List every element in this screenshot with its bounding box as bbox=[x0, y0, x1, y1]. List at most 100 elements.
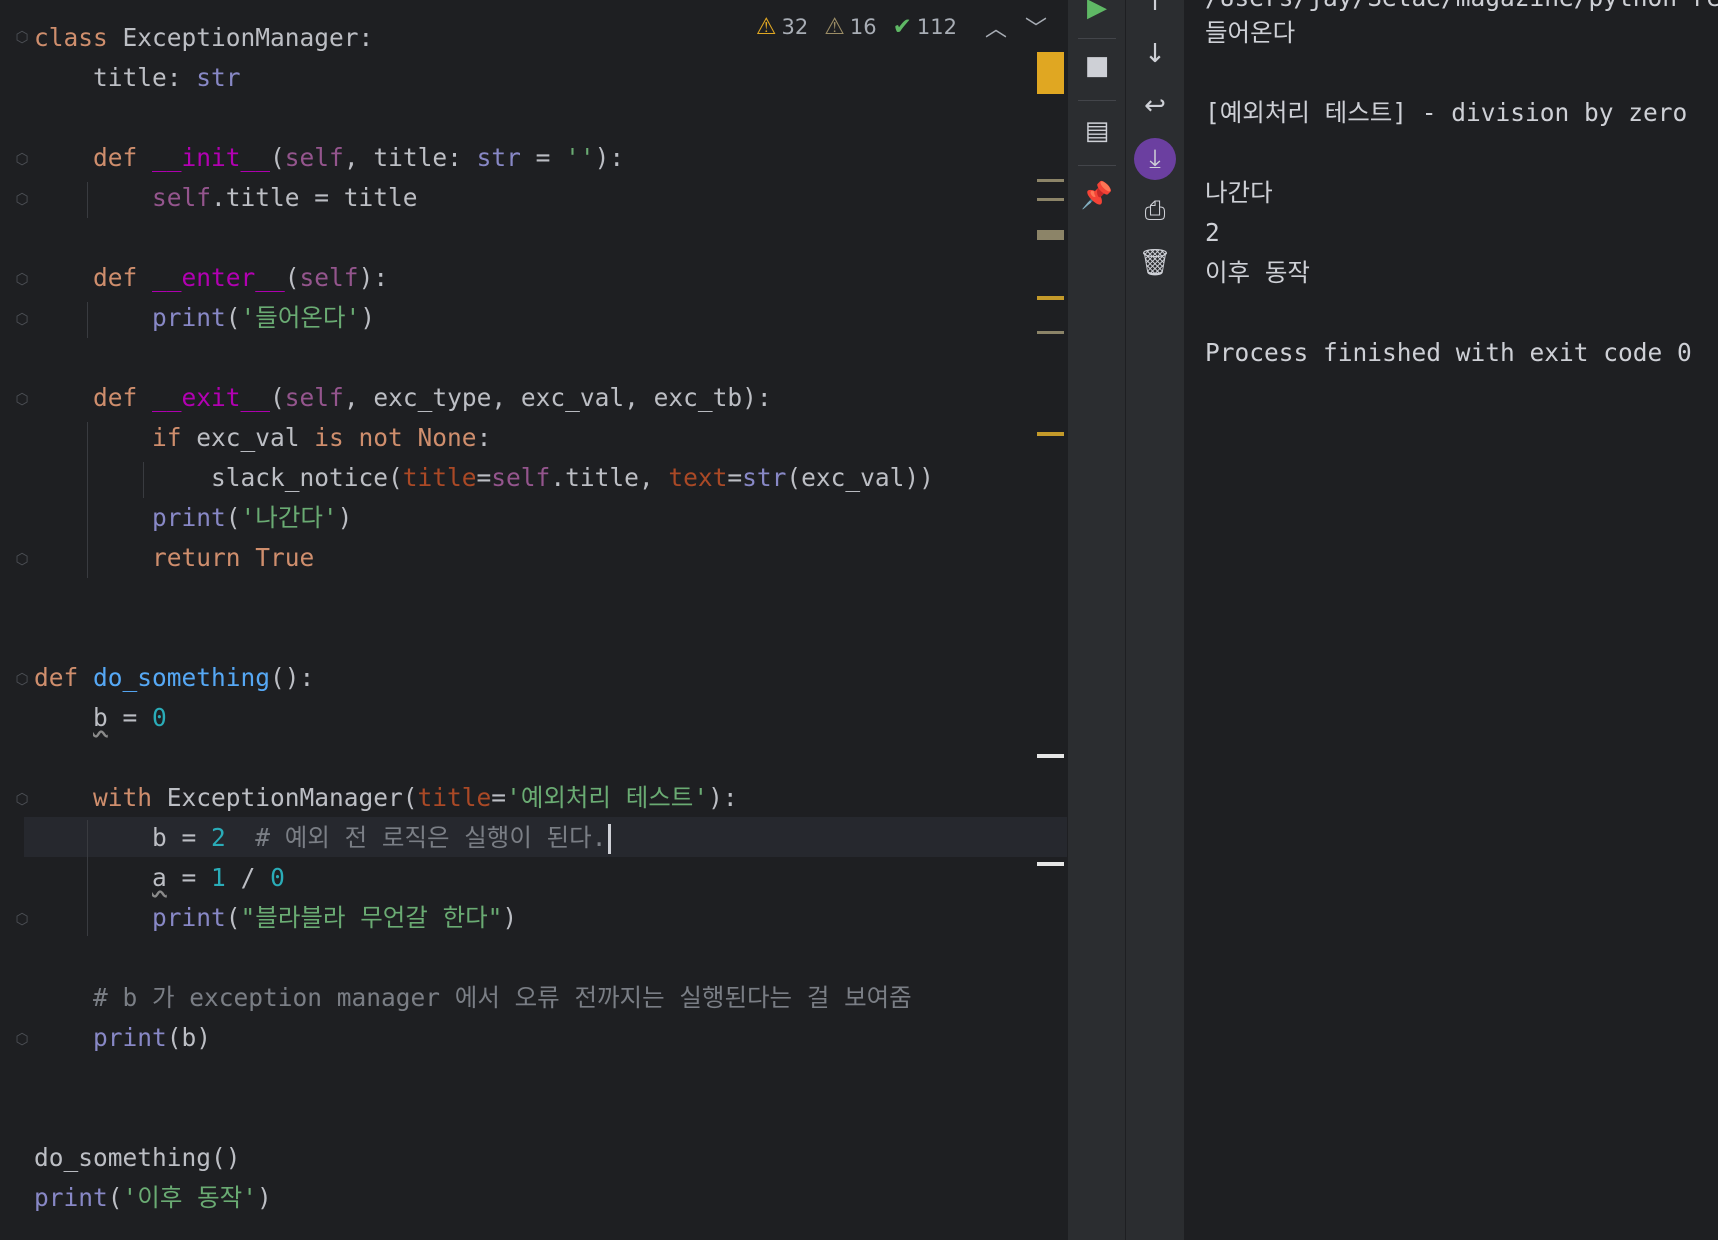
fold-icon[interactable]: ⬡ bbox=[13, 310, 31, 328]
error-stripe-marker[interactable] bbox=[1037, 432, 1064, 436]
error-stripe-marker[interactable] bbox=[1037, 754, 1064, 758]
code-token: .title, bbox=[550, 463, 669, 492]
scroll-to-end-icon[interactable]: ⤓ bbox=[1134, 138, 1176, 180]
code-token: exc_val bbox=[196, 423, 315, 452]
fold-icon[interactable]: ⬡ bbox=[13, 28, 31, 46]
pin-icon[interactable]: 📌 bbox=[1077, 176, 1117, 216]
error-stripe-marker[interactable] bbox=[1037, 52, 1064, 94]
code-token: ): bbox=[708, 783, 738, 812]
code-token: if bbox=[152, 423, 197, 452]
toolbar-separator bbox=[1078, 165, 1116, 166]
down-arrow-icon[interactable]: ↓ bbox=[1135, 34, 1175, 74]
code-token: .title = title bbox=[211, 183, 418, 212]
inspection-widget[interactable]: ⚠ 32 ⚠ 16 ✔ 112 ︿ ﹀ bbox=[756, 10, 1047, 44]
run-console[interactable]: /Users/jay/Setae/magazine/python-re 들어온다… bbox=[1184, 0, 1718, 1240]
code-line[interactable]: class ExceptionManager: bbox=[34, 18, 373, 58]
console-line: 2 bbox=[1205, 218, 1220, 247]
print-icon[interactable]: ⎙ bbox=[1135, 191, 1175, 231]
code-token: ExceptionManager( bbox=[166, 783, 418, 812]
code-token: , exc_type, exc_val, exc_tb): bbox=[343, 383, 772, 412]
code-token: '' bbox=[565, 143, 595, 172]
code-line[interactable]: def __enter__(self): bbox=[34, 258, 388, 298]
error-stripe-marker[interactable] bbox=[1037, 198, 1064, 201]
code-token: print bbox=[34, 1183, 108, 1212]
code-token: title: bbox=[34, 63, 197, 92]
fold-icon[interactable]: ⬡ bbox=[13, 550, 31, 568]
code-token: a bbox=[152, 863, 167, 892]
code-token: __init__ bbox=[152, 143, 271, 172]
console-line: [예외처리 테스트] - division by zero bbox=[1205, 98, 1688, 127]
chevron-up-icon[interactable]: ︿ bbox=[985, 11, 1007, 43]
code-token: ( bbox=[284, 263, 300, 292]
fold-icon[interactable]: ⬡ bbox=[13, 1030, 31, 1048]
fold-icon[interactable]: ⬡ bbox=[13, 190, 31, 208]
code-token: ): bbox=[358, 263, 389, 292]
stop-icon[interactable]: ■ bbox=[1077, 46, 1117, 86]
code-token: do_something() bbox=[34, 1143, 241, 1172]
soft-wrap-icon[interactable]: ↩ bbox=[1135, 86, 1175, 126]
code-token: = bbox=[491, 783, 507, 812]
error-stripe-marker[interactable] bbox=[1037, 331, 1064, 334]
code-token: str bbox=[476, 143, 521, 172]
fold-icon[interactable]: ⬡ bbox=[13, 150, 31, 168]
code-line[interactable]: a = 1 / 0 bbox=[34, 858, 285, 898]
toolbar-separator bbox=[1078, 38, 1116, 39]
run-toolbar-left: ▶ ■ ▤ 📌 bbox=[1067, 0, 1126, 1240]
code-line[interactable]: self.title = title bbox=[34, 178, 418, 218]
error-stripe-marker[interactable] bbox=[1037, 296, 1064, 300]
code-token: def bbox=[34, 663, 94, 692]
code-line[interactable]: def do_something(): bbox=[34, 658, 314, 698]
code-token: ( bbox=[270, 383, 285, 412]
code-line[interactable]: b = 2 # 예외 전 로직은 실행이 된다. bbox=[34, 818, 612, 858]
editor-gutter[interactable]: ⬡ ⬡ ⬡ ⬡ ⬡ ⬡ ⬡ ⬡ ⬡ ⬡ ⬡ bbox=[0, 0, 28, 1240]
fold-icon[interactable]: ⬡ bbox=[13, 270, 31, 288]
error-stripe-marker[interactable] bbox=[1037, 862, 1064, 866]
fold-icon[interactable]: ⬡ bbox=[13, 790, 31, 808]
code-token: return True bbox=[152, 543, 315, 572]
code-token: '이후 동작' bbox=[122, 1183, 257, 1212]
code-line[interactable]: def __exit__(self, exc_type, exc_val, ex… bbox=[34, 378, 772, 418]
chevron-down-icon[interactable]: ﹀ bbox=[1025, 11, 1047, 43]
code-line[interactable]: print("블라블라 무언갈 한다") bbox=[34, 898, 517, 938]
code-line[interactable]: title: str bbox=[34, 58, 241, 98]
run-icon[interactable]: ▶ bbox=[1077, 0, 1117, 28]
error-stripe-marker[interactable] bbox=[1037, 179, 1064, 182]
code-editor[interactable]: ⬡ ⬡ ⬡ ⬡ ⬡ ⬡ ⬡ ⬡ ⬡ ⬡ ⬡ class ExceptionMan… bbox=[0, 0, 1067, 1240]
code-line[interactable]: print('나간다') bbox=[34, 498, 352, 538]
weak-warnings-count[interactable]: ⚠ 16 bbox=[824, 14, 876, 40]
code-line[interactable]: def __init__(self, title: str = ''): bbox=[34, 138, 624, 178]
warnings-count[interactable]: ⚠ 32 bbox=[756, 14, 808, 40]
code-line[interactable]: with ExceptionManager(title='예외처리 테스트'): bbox=[34, 778, 738, 818]
code-line[interactable]: print(b) bbox=[34, 1018, 211, 1058]
code-token: ( bbox=[107, 1183, 123, 1212]
run-toolbar-right: ↑ ↓ ↩ ⤓ ⎙ 🗑 bbox=[1125, 0, 1185, 1240]
code-token: str bbox=[742, 463, 787, 492]
code-token: 0 bbox=[270, 863, 285, 892]
trash-icon[interactable]: 🗑 bbox=[1135, 243, 1175, 283]
code-token: def bbox=[34, 383, 153, 412]
code-token: ( bbox=[225, 303, 241, 332]
layout-icon[interactable]: ▤ bbox=[1077, 111, 1117, 151]
fold-icon[interactable]: ⬡ bbox=[13, 390, 31, 408]
code-line[interactable]: b = 0 bbox=[34, 698, 167, 738]
code-token: : bbox=[476, 423, 492, 452]
code-line[interactable]: print('들어온다') bbox=[34, 298, 375, 338]
fold-icon[interactable]: ⬡ bbox=[13, 670, 31, 688]
fold-icon[interactable]: ⬡ bbox=[13, 910, 31, 928]
code-token: ExceptionManager: bbox=[122, 23, 374, 52]
error-stripe-marker[interactable] bbox=[1037, 230, 1064, 240]
code-line[interactable]: if exc_val is not None: bbox=[34, 418, 491, 458]
code-line[interactable]: slack_notice(title=self.title, text=str(… bbox=[34, 458, 934, 498]
ok-count-label: 112 bbox=[916, 15, 957, 39]
code-line[interactable]: print('이후 동작') bbox=[34, 1178, 272, 1218]
console-line: Process finished with exit code 0 bbox=[1205, 338, 1692, 367]
code-line[interactable]: return True bbox=[34, 538, 314, 578]
ok-count[interactable]: ✔ 112 bbox=[893, 14, 957, 40]
up-arrow-icon[interactable]: ↑ bbox=[1135, 0, 1175, 22]
code-line[interactable]: do_something() bbox=[34, 1138, 241, 1178]
code-line[interactable]: # b 가 exception manager 에서 오류 전까지는 실행된다는… bbox=[34, 978, 912, 1018]
code-token: do_something bbox=[93, 663, 271, 692]
code-token: 1 bbox=[211, 863, 226, 892]
